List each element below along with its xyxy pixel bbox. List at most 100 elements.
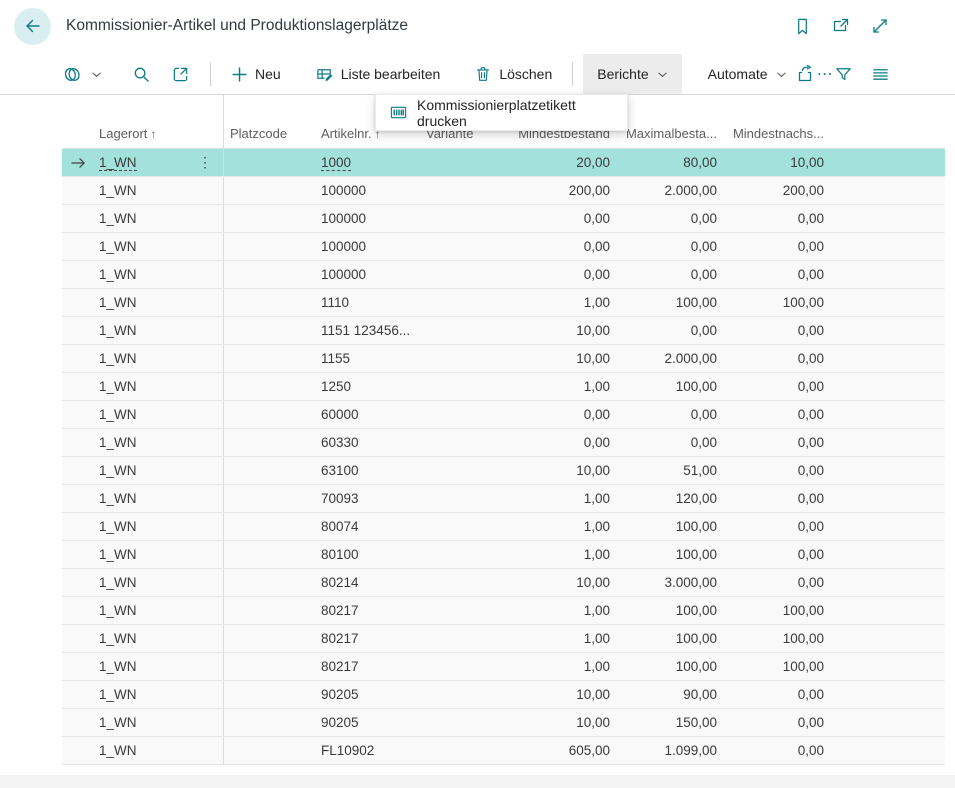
lagerort-link[interactable]: 1_WN — [99, 155, 137, 171]
artikelnr-link[interactable]: 63100 — [321, 463, 359, 478]
new-button[interactable]: Neu — [221, 54, 291, 94]
maximalbestand-value: 100,00 — [676, 547, 717, 562]
artikelnr-link[interactable]: 1155 — [321, 351, 350, 366]
edit-list-button[interactable]: Liste bearbeiten — [305, 54, 451, 94]
lagerort-link[interactable]: 1_WN — [99, 603, 137, 618]
mindestnachschub-value: 0,00 — [798, 435, 824, 450]
lagerort-link[interactable]: 1_WN — [99, 519, 137, 534]
artikelnr-link[interactable]: 1000 — [321, 155, 351, 171]
lagerort-link[interactable]: 1_WN — [99, 407, 137, 422]
menu-item-print-bin-label[interactable]: Kommissionierplatzetikett drucken — [376, 95, 627, 130]
lagerort-link[interactable]: 1_WN — [99, 575, 137, 590]
table-row[interactable]: 1_WN ⋮ 80074 1,00 100,00 0,00 — [62, 513, 945, 541]
cell-mindestnachschub: 0,00 — [719, 681, 826, 708]
current-row-gutter — [62, 457, 95, 484]
artikelnr-link[interactable]: 90205 — [321, 715, 359, 730]
cell-platzcode — [224, 149, 315, 176]
column-header-platzcode[interactable]: Platzcode — [224, 95, 315, 148]
column-header-mindestnachschub[interactable]: Mindestnachs... — [719, 95, 826, 148]
table-row[interactable]: 1_WN ⋮ 80100 1,00 100,00 0,00 — [62, 541, 945, 569]
table-row[interactable]: 1_WN ⋮ 1000 20,00 80,00 10,00 — [62, 149, 945, 177]
artikelnr-link[interactable]: 60000 — [321, 407, 359, 422]
lagerort-link[interactable]: 1_WN — [99, 631, 137, 646]
table-row[interactable]: 1_WN ⋮ FL10902 605,00 1.099,00 0,00 — [62, 737, 945, 765]
artikelnr-link[interactable]: 100000 — [321, 267, 366, 282]
artikelnr-link[interactable]: 60330 — [321, 435, 359, 450]
table-row[interactable]: 1_WN ⋮ 90205 10,00 150,00 0,00 — [62, 709, 945, 737]
table-row[interactable]: 1_WN ⋮ 100000 200,00 2.000,00 200,00 — [62, 177, 945, 205]
table-row[interactable]: 1_WN ⋮ 1155 10,00 2.000,00 0,00 — [62, 345, 945, 373]
table-row[interactable]: 1_WN ⋮ 100000 0,00 0,00 0,00 — [62, 261, 945, 289]
expand-icon[interactable] — [868, 14, 892, 38]
automate-menu-button[interactable]: Automate — [698, 54, 797, 94]
table-row[interactable]: 1_WN ⋮ 1250 1,00 100,00 0,00 — [62, 373, 945, 401]
views-switcher-button[interactable] — [62, 54, 112, 94]
table-row[interactable]: 1_WN ⋮ 100000 0,00 0,00 0,00 — [62, 233, 945, 261]
open-in-new-window-icon[interactable] — [829, 14, 853, 38]
table-row[interactable]: 1_WN ⋮ 80217 1,00 100,00 100,00 — [62, 653, 945, 681]
lagerort-link[interactable]: 1_WN — [99, 435, 137, 450]
search-button[interactable] — [122, 54, 161, 94]
lagerort-link[interactable]: 1_WN — [99, 211, 137, 226]
table-row[interactable]: 1_WN ⋮ 1110 1,00 100,00 100,00 — [62, 289, 945, 317]
table-row[interactable]: 1_WN ⋮ 90205 10,00 90,00 0,00 — [62, 681, 945, 709]
lagerort-link[interactable]: 1_WN — [99, 379, 137, 394]
lagerort-link[interactable]: 1_WN — [99, 183, 137, 198]
lagerort-link[interactable]: 1_WN — [99, 547, 137, 562]
artikelnr-link[interactable]: 80217 — [321, 603, 359, 618]
table-row[interactable]: 1_WN ⋮ 60000 0,00 0,00 0,00 — [62, 401, 945, 429]
artikelnr-link[interactable]: 80217 — [321, 631, 359, 646]
analyze-button[interactable] — [161, 54, 200, 94]
artikelnr-link[interactable]: 90205 — [321, 687, 359, 702]
artikelnr-link[interactable]: 1110 — [321, 295, 349, 310]
bookmark-icon[interactable] — [791, 15, 814, 38]
artikelnr-link[interactable]: 1151 123456... — [321, 323, 410, 338]
lagerort-link[interactable]: 1_WN — [99, 323, 137, 338]
table-row[interactable]: 1_WN ⋮ 63100 10,00 51,00 0,00 — [62, 457, 945, 485]
arrow-left-icon — [23, 16, 43, 36]
cell-lagerort: 1_WN ⋮ — [95, 261, 224, 288]
table-row[interactable]: 1_WN ⋮ 70093 1,00 120,00 0,00 — [62, 485, 945, 513]
lagerort-link[interactable]: 1_WN — [99, 687, 137, 702]
table-row[interactable]: 1_WN ⋮ 80217 1,00 100,00 100,00 — [62, 625, 945, 653]
maximalbestand-value: 0,00 — [691, 239, 717, 254]
artikelnr-link[interactable]: 100000 — [321, 211, 366, 226]
row-options-icon[interactable]: ⋮ — [198, 154, 212, 171]
lagerort-link[interactable]: 1_WN — [99, 463, 137, 478]
delete-button[interactable]: Löschen — [464, 54, 562, 94]
lagerort-link[interactable]: 1_WN — [99, 491, 137, 506]
artikelnr-link[interactable]: 80074 — [321, 519, 359, 534]
cell-lagerort: 1_WN ⋮ — [95, 289, 224, 316]
mindestbestand-value: 1,00 — [584, 491, 610, 506]
back-button[interactable] — [14, 8, 51, 45]
lagerort-link[interactable]: 1_WN — [99, 351, 137, 366]
table-row[interactable]: 1_WN ⋮ 1151 123456... 10,00 0,00 0,00 — [62, 317, 945, 345]
table-row[interactable]: 1_WN ⋮ 80214 10,00 3.000,00 0,00 — [62, 569, 945, 597]
row-filler — [826, 513, 945, 540]
lagerort-link[interactable]: 1_WN — [99, 659, 137, 674]
artikelnr-link[interactable]: 100000 — [321, 239, 366, 254]
lagerort-link[interactable]: 1_WN — [99, 295, 137, 310]
actionbar-right-icons — [794, 54, 892, 94]
filter-icon[interactable] — [832, 63, 855, 86]
lagerort-link[interactable]: 1_WN — [99, 715, 137, 730]
lagerort-link[interactable]: 1_WN — [99, 239, 137, 254]
column-header-lagerort[interactable]: Lagerort ↑ — [95, 95, 224, 148]
column-header-maximalbestand[interactable]: Maximalbesta... — [612, 95, 719, 148]
table-row[interactable]: 1_WN ⋮ 100000 0,00 0,00 0,00 — [62, 205, 945, 233]
artikelnr-link[interactable]: 80100 — [321, 547, 359, 562]
table-row[interactable]: 1_WN ⋮ 60330 0,00 0,00 0,00 — [62, 429, 945, 457]
table-row[interactable]: 1_WN ⋮ 80217 1,00 100,00 100,00 — [62, 597, 945, 625]
artikelnr-link[interactable]: 100000 — [321, 183, 366, 198]
artikelnr-link[interactable]: 70093 — [321, 491, 359, 506]
artikelnr-link[interactable]: 1250 — [321, 379, 351, 394]
lagerort-link[interactable]: 1_WN — [99, 743, 137, 758]
artikelnr-link[interactable]: 80214 — [321, 575, 359, 590]
lagerort-link[interactable]: 1_WN — [99, 267, 137, 282]
share-icon[interactable] — [794, 62, 818, 86]
mindestnachschub-value: 100,00 — [783, 603, 824, 618]
artikelnr-link[interactable]: FL10902 — [321, 743, 374, 758]
artikelnr-link[interactable]: 80217 — [321, 659, 359, 674]
reports-menu-button[interactable]: Berichte — [583, 54, 681, 94]
list-view-icon[interactable] — [869, 63, 892, 86]
